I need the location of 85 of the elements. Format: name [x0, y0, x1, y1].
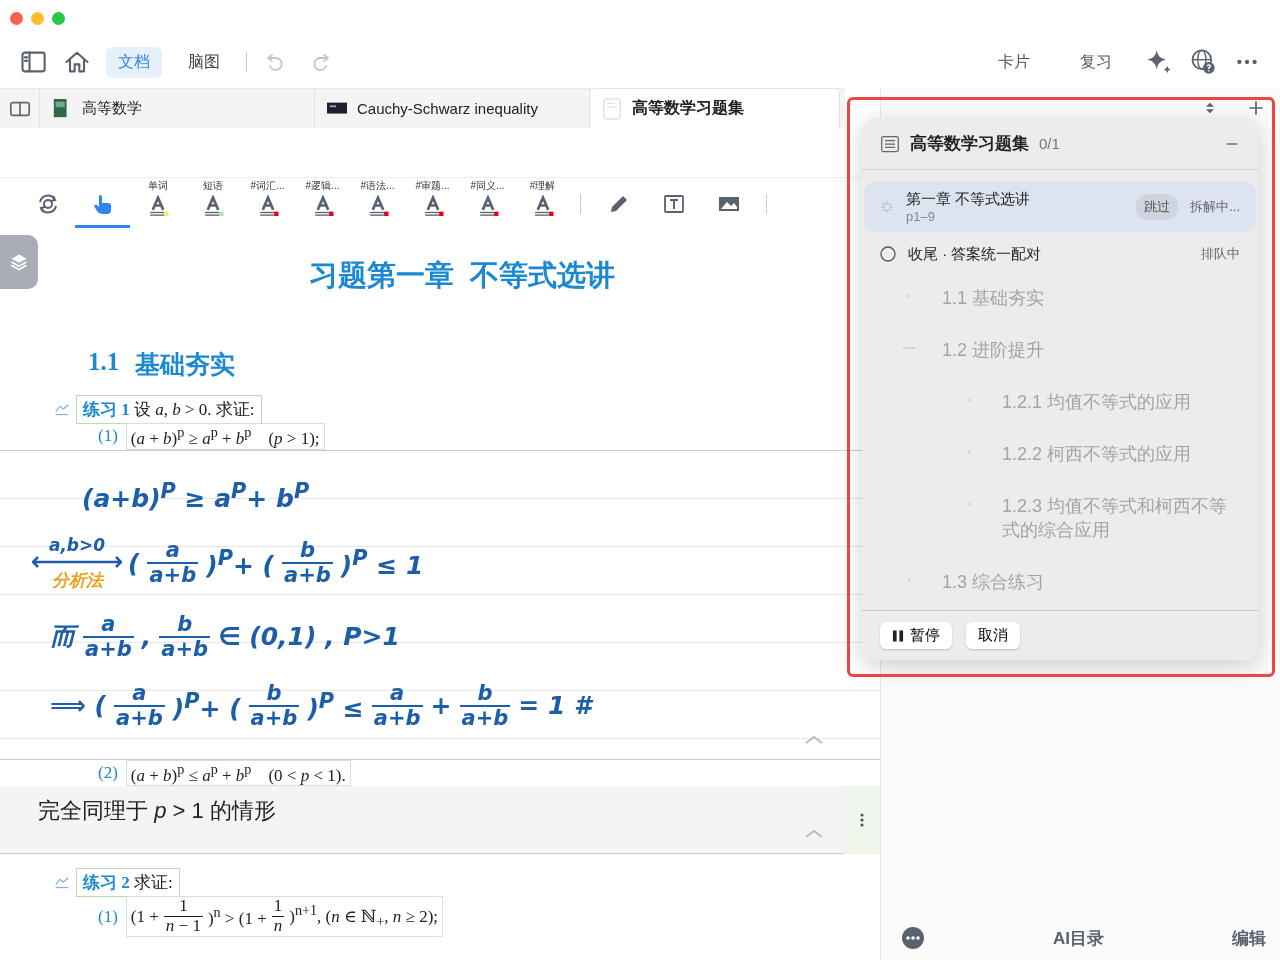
- toolbar-button[interactable]: 复习: [1062, 51, 1130, 73]
- highlight-tool[interactable]: 单词: [130, 178, 185, 228]
- document-tab[interactable]: 高等数学: [40, 89, 315, 128]
- item-number: (1): [98, 906, 118, 927]
- handwritten-text: 分析法: [51, 568, 103, 592]
- outline-item: 1.3 综合练习: [942, 571, 1045, 594]
- math-text: (a + b)$^{p}$ ≤ a$^{p}$ + b$^{p}$ (0 < p < 1).: [130, 760, 346, 786]
- outline-item: 1.2 进阶提升: [942, 339, 1045, 362]
- handwritten-fraction: a a+b: [371, 681, 423, 731]
- double-arrow-icon: [32, 554, 122, 569]
- handwritten-fraction: a a+b: [114, 681, 165, 731]
- handwritten-fraction: b a+b: [282, 539, 333, 588]
- section-number: 1.1: [88, 348, 120, 377]
- text-box-icon: [661, 192, 686, 216]
- exercise-text: 设 a, b > 0. 求证:: [133, 399, 255, 419]
- handwritten-text: (: [128, 548, 140, 578]
- task-title: 收尾 · 答案统一配对: [908, 244, 1043, 264]
- handwritten-fraction: a a+b: [83, 612, 134, 661]
- handwritten-fraction: b a+b: [159, 612, 211, 661]
- exercise-label: 练习 2: [83, 872, 130, 892]
- more-icon[interactable]: [859, 812, 865, 829]
- handwritten-text: ∈ (0,1) , P>1: [218, 622, 400, 652]
- highlight-tool[interactable]: #理解: [515, 178, 570, 228]
- outline-item: 1.1 基础夯实: [942, 287, 1045, 310]
- layers-icon: [9, 252, 29, 272]
- item-number: (2): [98, 763, 118, 783]
- math-text: (a + b)$^{p}$ ≥ a$^{p}$ + b$^{p}$ (p > 1);: [130, 424, 320, 449]
- list-icon: [880, 133, 900, 154]
- chapter-title: 习题第一章 不等式选讲: [308, 258, 616, 293]
- handwritten-fraction: b a+b: [248, 681, 300, 731]
- task-title: 第一章 不等式选讲: [906, 190, 1032, 209]
- handwritten-fraction: b a+b: [459, 681, 511, 731]
- handwritten-text: ,: [141, 622, 152, 652]
- task-row[interactable]: 第一章 不等式选讲 p1–9 跳过 拆解中...: [864, 182, 1256, 232]
- handwritten-text: )$^{P}$ ≤ 1: [340, 545, 424, 581]
- highlight-tool[interactable]: #审题...: [405, 178, 460, 228]
- task-row[interactable]: 收尾 · 答案统一配对 排队中: [864, 236, 1256, 272]
- handwritten-fraction: a a+b: [147, 539, 199, 588]
- handwritten-text: +: [430, 691, 452, 721]
- handwritten-text: )$^{P}$ ≤: [307, 688, 364, 724]
- math-text: (1 +: [130, 906, 159, 927]
- highlight-tool[interactable]: #同义...: [460, 178, 515, 228]
- outline-item: 1.2.2 柯西不等式的应用: [1002, 443, 1192, 466]
- globe-help-icon[interactable]: [1189, 48, 1217, 76]
- more-icon[interactable]: [901, 926, 925, 950]
- handwritten-text: ⟹ (: [50, 691, 106, 721]
- ai-outline-button[interactable]: AI目录: [1053, 926, 1104, 950]
- handwritten-text: )$^{P}$+ (: [206, 545, 275, 581]
- outline-item: 1.2.1 均值不等式的应用: [1002, 391, 1192, 414]
- handwritten-text: )$^{P}$+ (: [172, 688, 241, 724]
- progress-count: 0/1: [1039, 135, 1060, 152]
- highlight-tool[interactable]: #语法...: [350, 178, 405, 228]
- fraction: 1 n − 1: [163, 897, 203, 936]
- exercise-text: 求证:: [133, 872, 173, 892]
- pause-icon: [892, 628, 904, 643]
- circle-icon: [880, 246, 896, 262]
- pause-button[interactable]: 暂停: [880, 622, 952, 649]
- mode-tab[interactable]: 脑图: [176, 46, 232, 78]
- page-range: p1–9: [906, 209, 936, 224]
- section-title: 基础夯实: [135, 350, 236, 380]
- note-text: 完全同理于 p > 1 的情形: [38, 798, 276, 824]
- handwritten-text: (a+b)$^{P}$ ≥ a$^{P}$+ b$^{P}$: [82, 479, 310, 514]
- handwritten-text: a,b>0: [48, 534, 106, 555]
- item-number: (1): [98, 426, 118, 447]
- math-text: )$^{n+1}$, (n ∈ ℕ$_{+}$, n ≥ 2);: [289, 902, 439, 931]
- fraction: 1 n: [271, 897, 285, 936]
- skip-button[interactable]: 跳过: [1136, 194, 1179, 220]
- panel-title: 高等数学习题集: [910, 133, 1029, 155]
- highlight-tool[interactable]: #逻辑...: [295, 178, 350, 228]
- exercise-label: 练习 1: [83, 399, 130, 419]
- thumbnail-icon: [602, 97, 622, 120]
- add-icon[interactable]: [1246, 98, 1266, 118]
- highlight-tool[interactable]: #词汇...: [240, 178, 295, 228]
- document-tab[interactable]: 高等数学习题集: [590, 89, 840, 128]
- task-status: 拆解中...: [1190, 198, 1240, 216]
- math-text: )$^{n}$ > (1 +: [207, 904, 267, 929]
- window-control[interactable]: [10, 11, 23, 25]
- task-status: 排队中: [1201, 245, 1240, 263]
- toolbar-button[interactable]: 卡片: [980, 51, 1048, 73]
- cancel-button[interactable]: 取消: [966, 622, 1020, 649]
- highlight-tool[interactable]: 短语: [185, 178, 240, 228]
- spinner-icon: [880, 200, 894, 214]
- edit-button[interactable]: 编辑: [1232, 926, 1266, 950]
- handwritten-text: = 1 #: [518, 691, 592, 721]
- outline-item: 1.2.3 均值不等式和柯西不等式的综合应用: [1002, 495, 1229, 542]
